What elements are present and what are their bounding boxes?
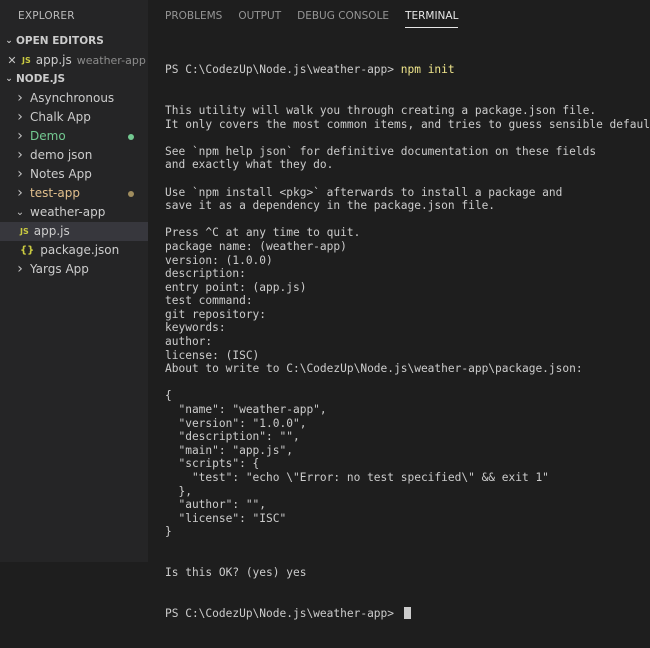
terminal-line: Press ^C at any time to quit. [165,226,361,240]
open-editor-item[interactable]: ✕ JS app.js weather-app [0,51,148,70]
terminal-line: git repository: [165,307,267,321]
tab-terminal[interactable]: TERMINAL [405,0,459,32]
terminal-line: "scripts": { [165,457,260,471]
terminal-output[interactable]: PS C:\CodezUp\Node.js\weather-app> npm i… [165,36,650,648]
tree-item[interactable]: JS app.js [0,222,148,241]
tree-item-label: test-app [30,186,80,200]
workspace-header[interactable]: ⌄ NODE.JS [0,70,148,89]
modified-dot-icon [128,134,134,140]
terminal-line: "author": "", [165,498,267,512]
explorer-title: EXPLORER [18,10,75,22]
terminal-line: }, [165,484,192,498]
tree-item-label: package.json [40,243,120,257]
tree-item-label: app.js [33,224,70,238]
js-file-icon: JS [22,56,31,65]
terminal-line: { [165,389,172,403]
chevron-down-icon: ⌄ [5,36,13,46]
terminal-line: This utility will walk you through creat… [165,103,597,117]
terminal-line: entry point: (app.js) [165,280,307,294]
chevron-down-icon: ⌄ [15,207,25,218]
tree-item[interactable]: › test-app [0,184,148,203]
tree-item-label: Asynchronous [30,91,115,105]
panel-tabs: PROBLEMS OUTPUT DEBUG CONSOLE TERMINAL [148,0,650,32]
terminal-line: description: [165,267,246,281]
terminal-line: keywords: [165,321,226,335]
terminal-line: "main": "app.js", [165,443,293,457]
file-tree: › Asynchronous › Chalk App › Demo › demo json › N… [0,89,148,279]
js-file-icon: JS [20,227,29,236]
tree-item-label: demo json [30,148,93,162]
chevron-right-icon: › [17,166,23,182]
terminal-panel: PROBLEMS OUTPUT DEBUG CONSOLE TERMINAL PS C… [148,0,650,620]
terminal-line: "license": "ISC" [165,511,287,525]
explorer-sidebar: EXPLORER ⌄ OPEN EDITORS ✕ JS app.js weat… [0,0,148,562]
chevron-down-icon: ⌄ [5,74,13,84]
tab-output[interactable]: OUTPUT [238,0,281,32]
open-editor-folder: weather-app [76,54,146,67]
chevron-right-icon: › [17,109,23,125]
modified-dot-icon [128,191,134,197]
tab-problems[interactable]: PROBLEMS [165,0,222,32]
tree-item[interactable]: › Demo [0,127,148,146]
tree-item-label: Yargs App [30,262,89,276]
terminal-command: npm init [400,63,455,77]
terminal-line: save it as a dependency in the package.j… [165,199,496,213]
terminal-line: PS C:\CodezUp\Node.js\weather-app> npm i… [165,63,650,77]
terminal-line: version: (1.0.0) [165,253,273,267]
tree-item[interactable]: {} package.json [0,241,148,260]
tree-item[interactable]: › Asynchronous [0,89,148,108]
tab-debug-console[interactable]: DEBUG CONSOLE [297,0,389,32]
tree-item-label: weather-app [30,205,106,219]
terminal-line: "description": "", [165,430,300,444]
terminal-line: package name: (weather-app) [165,239,347,253]
tree-item[interactable]: › demo json [0,146,148,165]
open-editors-header[interactable]: ⌄ OPEN EDITORS [0,32,148,51]
terminal-cursor [403,606,411,619]
terminal-line: and exactly what they do. [165,158,334,172]
terminal-prompt: PS C:\CodezUp\Node.js\weather-app> [165,63,401,77]
terminal-lines: This utility will walk you through creat… [165,104,650,580]
tree-item-label: Demo [30,129,66,143]
tree-item[interactable]: › Notes App [0,165,148,184]
terminal-line: test command: [165,294,253,308]
json-file-icon: {} [20,245,35,256]
terminal-line: author: [165,335,213,349]
terminal-line: It only covers the most common items, an… [165,117,650,131]
tree-item[interactable]: › Yargs App [0,260,148,279]
workspace-label: NODE.JS [16,73,66,85]
terminal-line: license: (ISC) [165,348,260,362]
terminal-line: About to write to C:\CodezUp\Node.js\wea… [165,362,583,376]
chevron-right-icon: › [17,90,23,106]
chevron-right-icon: › [17,128,23,144]
open-editor-filename: app.js [35,53,72,67]
terminal-line: Use `npm install <pkg>` afterwards to in… [165,185,563,199]
chevron-right-icon: › [17,261,23,277]
tree-item-label: Chalk App [30,110,91,124]
chevron-right-icon: › [17,147,23,163]
terminal-line: } [165,525,172,539]
terminal-line: See `npm help json` for definitive docum… [165,144,597,158]
tree-item[interactable]: › Chalk App [0,108,148,127]
terminal-line: Is this OK? (yes) yes [165,566,307,580]
terminal-prompt: PS C:\CodezUp\Node.js\weather-app> [165,606,401,620]
open-editors-label: OPEN EDITORS [16,35,104,47]
terminal-line: "test": "echo \"Error: no test specified… [165,471,549,484]
terminal-line: PS C:\CodezUp\Node.js\weather-app> [165,606,650,621]
chevron-right-icon: › [17,185,23,201]
close-icon[interactable]: ✕ [4,51,20,70]
tree-item-label: Notes App [30,167,92,181]
tree-item[interactable]: ⌄ weather-app [0,203,148,222]
terminal-line: "version": "1.0.0", [165,416,307,430]
terminal-line: "name": "weather-app", [165,403,327,417]
